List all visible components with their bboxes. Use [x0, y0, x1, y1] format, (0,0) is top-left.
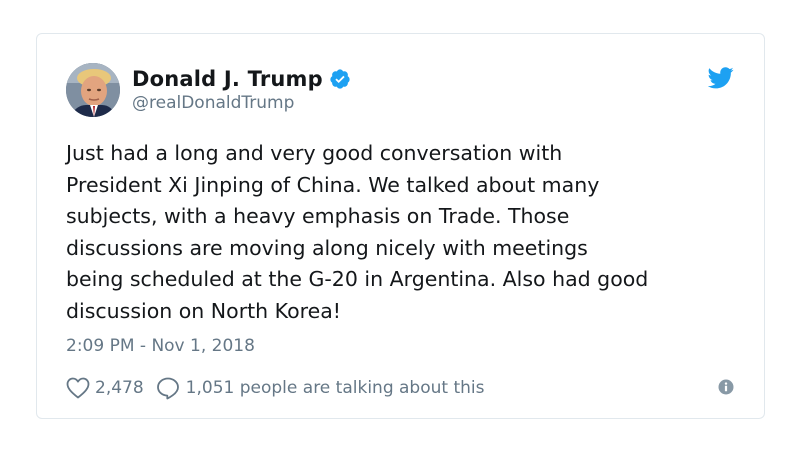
tweet-text-line: subjects, with a heavy emphasis on Trade…: [66, 204, 570, 229]
author-identity[interactable]: Donald J. Trump @realDonaldTrump: [132, 65, 351, 113]
avatar[interactable]: [66, 63, 120, 117]
author-handle[interactable]: @realDonaldTrump: [132, 93, 351, 113]
like-button[interactable]: 2,478: [66, 377, 144, 399]
tweet-card[interactable]: Donald J. Trump @realDonaldTrump Just ha…: [36, 33, 765, 419]
tweet-text-line: Just had a long and very good conversati…: [66, 141, 563, 165]
heart-icon: [66, 377, 90, 399]
verified-badge-icon: [329, 68, 351, 90]
tweet-text-line: President Xi Jinping of China. We talked…: [66, 172, 600, 197]
tweet-actions: 2,478 1,051 people are talking about thi…: [66, 373, 734, 403]
author-display-name[interactable]: Donald J. Trump: [132, 67, 323, 91]
tweet-text: Just had a long and very good conversati…: [66, 138, 746, 328]
name-row: Donald J. Trump: [132, 65, 351, 93]
tweet-text-line: being scheduled at the G-20 in Argentina…: [66, 267, 649, 292]
twitter-bird-icon[interactable]: [707, 67, 734, 89]
tweet-header: Donald J. Trump @realDonaldTrump: [66, 63, 735, 119]
speech-bubble-icon: [156, 376, 180, 400]
talking-count-label: 1,051 people are talking about this: [185, 378, 485, 398]
tweet-timestamp[interactable]: 2:09 PM - Nov 1, 2018: [66, 336, 255, 356]
talking-button[interactable]: 1,051 people are talking about this: [156, 376, 485, 400]
tweet-text-line: discussions are moving along nicely with…: [66, 235, 588, 260]
like-count: 2,478: [95, 378, 144, 398]
info-icon[interactable]: [718, 379, 734, 395]
tweet-text-line: discussion on North Korea!: [66, 298, 341, 323]
